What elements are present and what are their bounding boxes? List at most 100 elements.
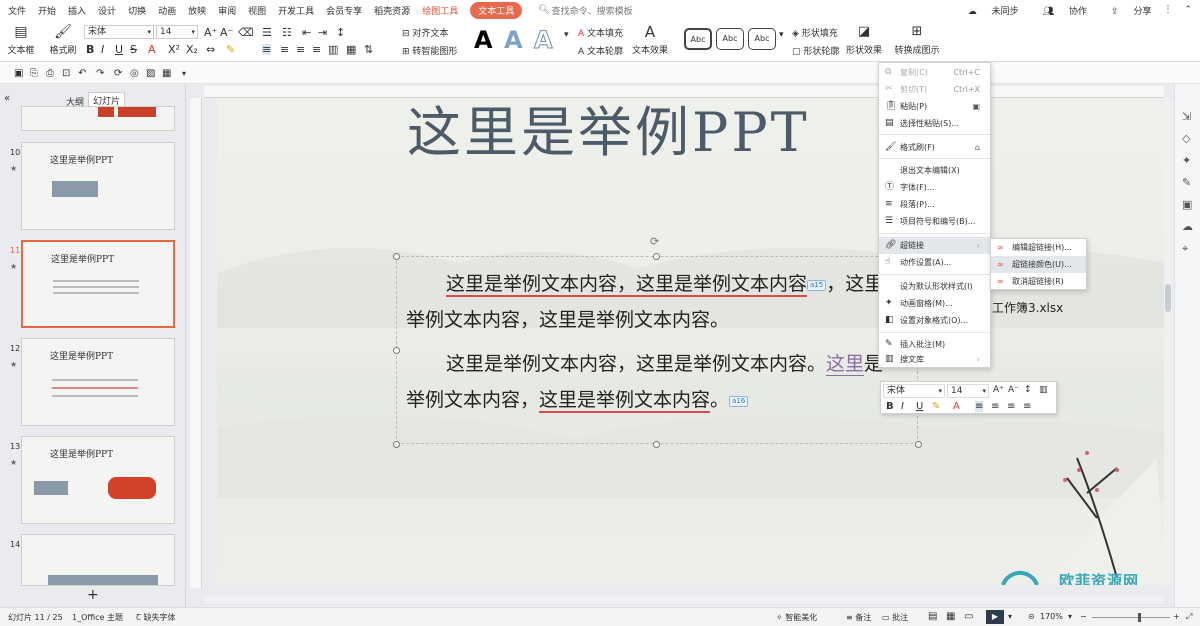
zoom-slider[interactable] [1092, 613, 1170, 622]
align-right-icon[interactable]: ≡ [1007, 401, 1015, 412]
normal-view-icon[interactable]: ▤ [928, 611, 937, 622]
align-right-icon[interactable]: ≡ [296, 44, 305, 55]
select-icon[interactable]: ⇲ [1182, 110, 1191, 123]
text-direction-icon[interactable]: ⇅ [364, 44, 373, 55]
highlight-icon[interactable]: ✎ [932, 401, 940, 412]
zoom-level[interactable]: 170% [1040, 612, 1063, 621]
ctx-hyperlink[interactable]: 🔗︎ 超链接 › [879, 237, 990, 254]
line-spacing-icon[interactable]: ↕ [1024, 385, 1032, 396]
menu-docer[interactable]: 稻壳资源 [374, 4, 410, 17]
shape-effect-button[interactable]: ◪ 形状效果 [844, 24, 884, 56]
ctx-insert-comment[interactable]: ✎ 插入批注(M) [879, 336, 990, 353]
ctx-animation-pane[interactable]: ✦ 动画窗格(M)... [879, 295, 990, 312]
image-icon[interactable]: ▨ [146, 68, 155, 79]
text-fill-button[interactable]: A 文本填充 [578, 26, 623, 39]
shape-fill-button[interactable]: ◈ 形状填充 [792, 26, 838, 39]
submenu-edit-hyperlink[interactable]: ∞ 编辑超链接(H)... [991, 239, 1086, 256]
ctx-exit-edit[interactable]: 退出文本编辑(X) [879, 162, 990, 179]
ctx-format-painter[interactable]: 🖌︎ 格式刷(F) ⌂ [879, 139, 990, 156]
horizontal-ruler[interactable] [204, 86, 1164, 98]
beautify-button[interactable]: ✧ 智能美化 [776, 612, 817, 623]
resize-handle[interactable] [393, 347, 400, 354]
reading-view-icon[interactable]: ▭ [964, 611, 973, 622]
resize-handle[interactable] [653, 253, 660, 260]
decrease-indent-icon[interactable]: ⇤ [302, 27, 311, 38]
embedded-file-label[interactable]: 工作簿3.xlsx [992, 299, 1063, 316]
submenu-hyperlink-color[interactable]: ∞ 超链接颜色(U)... [991, 256, 1086, 273]
chevron-down-icon[interactable]: ▾ [1068, 612, 1072, 621]
menu-member[interactable]: 会员专享 [326, 4, 362, 17]
ctx-copy[interactable]: ⧉ 复制(C) Ctrl+C [879, 64, 990, 81]
italic-icon[interactable]: I [901, 401, 904, 412]
shape-style-3[interactable]: Abc [748, 28, 776, 50]
comments-button[interactable]: ▭ 批注 [882, 612, 908, 623]
numbered-list-icon[interactable]: ☷ [282, 27, 292, 38]
ctx-font[interactable]: Ⓣ 字体(F)... [879, 179, 990, 196]
text-line-3[interactable]: 这里是举例文本内容，这里是举例文本内容。这里是 [446, 353, 883, 376]
slide-canvas[interactable]: 这里是举例PPT ⟳ 这里是举例文本内容，这里是举例文本内容 a15 ，这里 举例文… [217, 98, 1165, 585]
resize-handle[interactable] [393, 253, 400, 260]
collab-button[interactable]: 👥︎ 协作 [1031, 4, 1087, 17]
location-icon[interactable]: ⌖ [1182, 242, 1188, 256]
menu-insert[interactable]: 插入 [68, 4, 86, 17]
text-line-2[interactable]: 举例文本内容，这里是举例文本内容。 [406, 310, 729, 330]
record-icon[interactable]: ◎ [130, 68, 139, 79]
slide-thumbnail-10[interactable]: 这里是举例PPT [21, 142, 175, 230]
scrollbar-thumb[interactable] [1165, 284, 1171, 312]
slide-thumbnail-12[interactable]: 这里是举例PPT [21, 338, 175, 426]
font-color-icon[interactable]: A [953, 401, 960, 412]
font-color-icon[interactable]: A [148, 44, 156, 55]
align-center-icon[interactable]: ≡ [991, 401, 999, 412]
format-painter-button[interactable]: 🖌︎ 格式刷 [48, 24, 78, 56]
menu-transition[interactable]: 切换 [128, 4, 146, 17]
vertical-ruler[interactable] [190, 98, 202, 588]
bold-icon[interactable]: B [886, 401, 894, 412]
share-button[interactable]: ⇪ 分享 [1099, 4, 1151, 17]
mini-font-name-select[interactable]: 宋体 ▾ [883, 384, 945, 398]
add-slide-button[interactable]: + [87, 587, 99, 603]
font-size-select[interactable]: 14 ▾ [156, 25, 198, 39]
text-style-blue[interactable]: A [504, 28, 523, 52]
justify-icon[interactable]: ≡ [312, 44, 321, 55]
paste-options-icon[interactable]: ▣ [972, 98, 980, 115]
menu-home[interactable]: 开始 [38, 4, 56, 17]
superscript-icon[interactable]: X² [168, 44, 180, 55]
mini-font-size-select[interactable]: 14 ▾ [947, 384, 989, 398]
resize-handle[interactable] [393, 441, 400, 448]
play-options-icon[interactable]: ▾ [1008, 612, 1012, 621]
ctx-cut[interactable]: ✂ 剪切(T) Ctrl+X [879, 81, 990, 98]
text-line-4[interactable]: 举例文本内容，这里是举例文本内容。 a16 [406, 389, 749, 413]
ctx-paste-special[interactable]: ▤ 选择性粘贴(S)... [879, 115, 990, 132]
notes-button[interactable]: ≡ 备注 [846, 612, 871, 623]
zoom-out-icon[interactable]: − [1080, 612, 1087, 621]
slide-thumbnail-11[interactable]: 这里是举例PPT [21, 240, 175, 328]
shape-styles-more-icon[interactable]: ▾ [779, 30, 784, 41]
text-style-black[interactable]: A [474, 28, 493, 52]
shrink-font-icon[interactable]: A⁻ [1008, 385, 1019, 396]
pen-icon[interactable]: ✎ [1182, 176, 1191, 189]
subscript-icon[interactable]: X₂ [186, 44, 198, 55]
ctx-paragraph[interactable]: ≡ 段落(P)... [879, 196, 990, 213]
export-icon[interactable]: ⎘ [30, 68, 38, 79]
underline-icon[interactable]: U [916, 401, 923, 412]
zoom-out-icon[interactable]: ⊝ [1028, 612, 1035, 621]
shape-icon[interactable]: ◇ [1182, 132, 1190, 145]
shape-outline-button[interactable]: ▢ 形状轮廓 [792, 44, 839, 57]
menu-design[interactable]: 设计 [98, 4, 116, 17]
align-left-icon[interactable]: ≡ [975, 401, 984, 412]
slide-thumbnail-13[interactable]: 这里是举例PPT [21, 436, 175, 524]
grow-font-icon[interactable]: A⁺ [204, 27, 217, 38]
slide-title[interactable]: 这里是举例PPT [407, 98, 810, 167]
sync-status[interactable]: ☁ 未同步 [956, 4, 1019, 17]
command-search[interactable]: 🔍︎ 查找命令、搜索模板 [538, 4, 632, 17]
slide-thumbnail-14[interactable] [21, 534, 175, 586]
menu-review[interactable]: 审阅 [218, 4, 236, 17]
hyperlink-text[interactable]: 这里 [826, 353, 865, 376]
justify-icon[interactable]: ≡ [1023, 401, 1031, 412]
smartart-button[interactable]: ⊞ 转智能图形 [402, 44, 457, 57]
submenu-remove-hyperlink[interactable]: ∞ 取消超链接(R) [991, 273, 1086, 290]
undo-icon[interactable]: ↶ [78, 68, 86, 79]
missing-font-button[interactable]: Ꞇ 缺失字体 [136, 612, 176, 623]
shape-style-2[interactable]: Abc [716, 28, 744, 50]
text-style-outline[interactable]: A [534, 28, 554, 53]
